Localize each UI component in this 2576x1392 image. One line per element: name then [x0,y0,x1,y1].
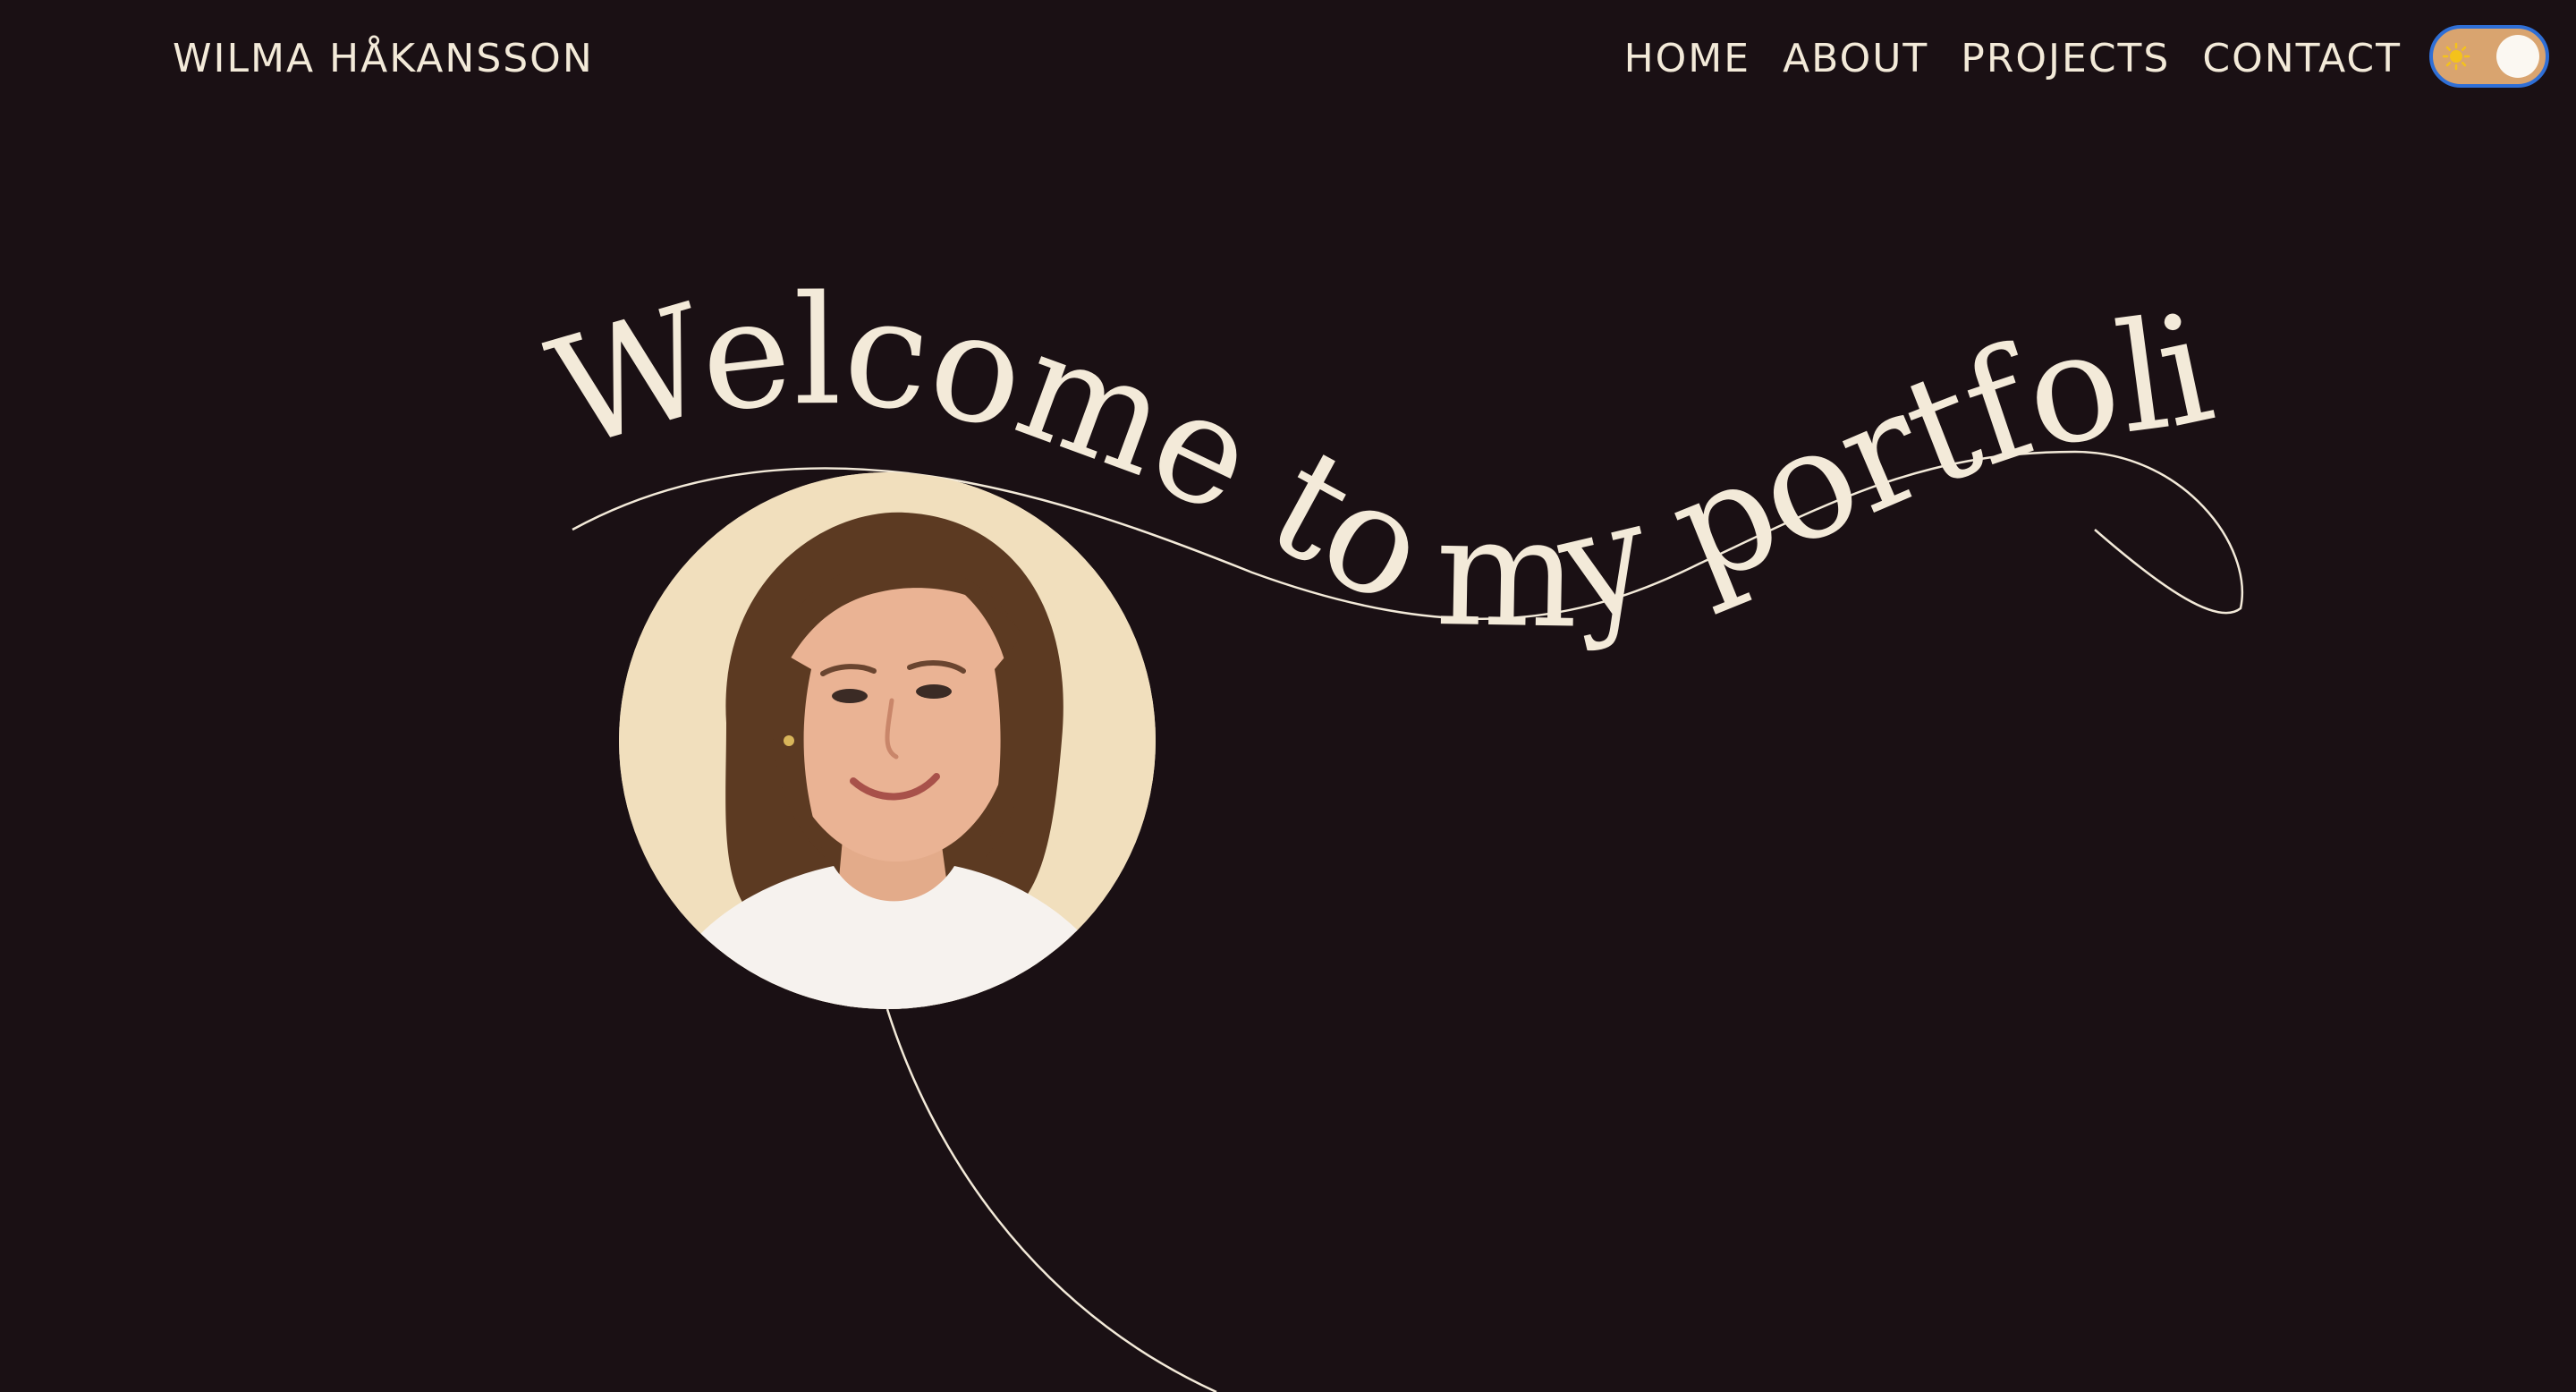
profile-photo [619,472,1156,1009]
hero-title-path: Welcome to my portfolio! [0,0,2226,662]
hero-graphic: Welcome to my portfolio! [0,0,2243,1392]
portrait-illustration [619,472,1156,1009]
hero-title: Welcome to my portfolio! [0,0,2224,662]
decorative-curve-line [886,1008,1217,1392]
